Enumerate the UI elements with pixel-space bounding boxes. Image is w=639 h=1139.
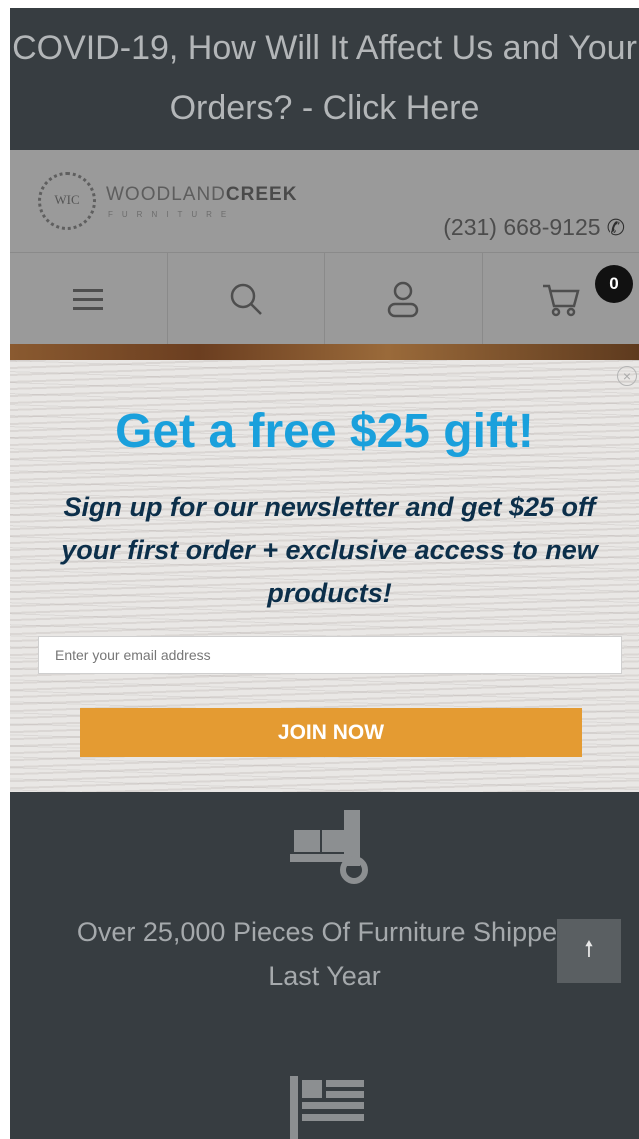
site-logo[interactable]: WIC WOODLANDCREEK FURNITURE: [38, 172, 338, 232]
newsletter-popup: × Get a free $25 gift! Sign up for our n…: [10, 360, 639, 792]
cart-button[interactable]: 0: [483, 253, 639, 345]
scroll-to-top-button[interactable]: 🠕: [557, 919, 621, 983]
cart-icon: [542, 284, 580, 317]
search-icon: [230, 283, 262, 315]
logo-emblem: WIC: [38, 172, 96, 230]
features-section: Over 25,000 Pieces Of Furniture Shipped …: [10, 792, 639, 1139]
menu-button[interactable]: [10, 253, 168, 345]
flag-icon: [290, 1076, 364, 1139]
join-now-button[interactable]: JOIN NOW: [80, 708, 582, 757]
site-header: WIC WOODLANDCREEK FURNITURE (231) 668-91…: [10, 150, 639, 252]
covid-announcement-link[interactable]: COVID-19, How Will It Affect Us and Your…: [10, 8, 639, 150]
arrow-up-icon: 🠕: [584, 936, 594, 961]
hamburger-menu-icon: [73, 283, 104, 316]
popup-description: Sign up for our newsletter and get $25 o…: [61, 492, 598, 608]
close-icon[interactable]: ×: [617, 366, 637, 386]
email-field[interactable]: [38, 636, 622, 674]
popup-headline: Get a free $25 gift!: [115, 405, 534, 458]
mobile-nav-bar: 0: [10, 252, 639, 345]
search-button[interactable]: [168, 253, 325, 345]
page-frame: COVID-19, How Will It Affect Us and Your…: [10, 8, 639, 1139]
brand-name-bold: CREEK: [225, 184, 298, 205]
logo-monogram: WIC: [54, 192, 80, 207]
brand-name-light: WOODLAND: [106, 184, 226, 205]
user-icon: [388, 281, 419, 318]
phone-link[interactable]: (231) 668-9125 ✆: [443, 214, 625, 241]
cart-count-badge: 0: [595, 265, 633, 303]
logo-wordmark: WOODLANDCREEK: [106, 184, 297, 206]
shipping-stat-text: Over 25,000 Pieces Of Furniture Shipped …: [76, 917, 573, 991]
phone-number: (231) 668-9125: [443, 214, 601, 240]
hand-truck-icon: [290, 810, 368, 884]
logo-tagline: FURNITURE: [108, 210, 236, 219]
phone-icon: ✆: [606, 215, 625, 240]
account-button[interactable]: [325, 253, 483, 345]
